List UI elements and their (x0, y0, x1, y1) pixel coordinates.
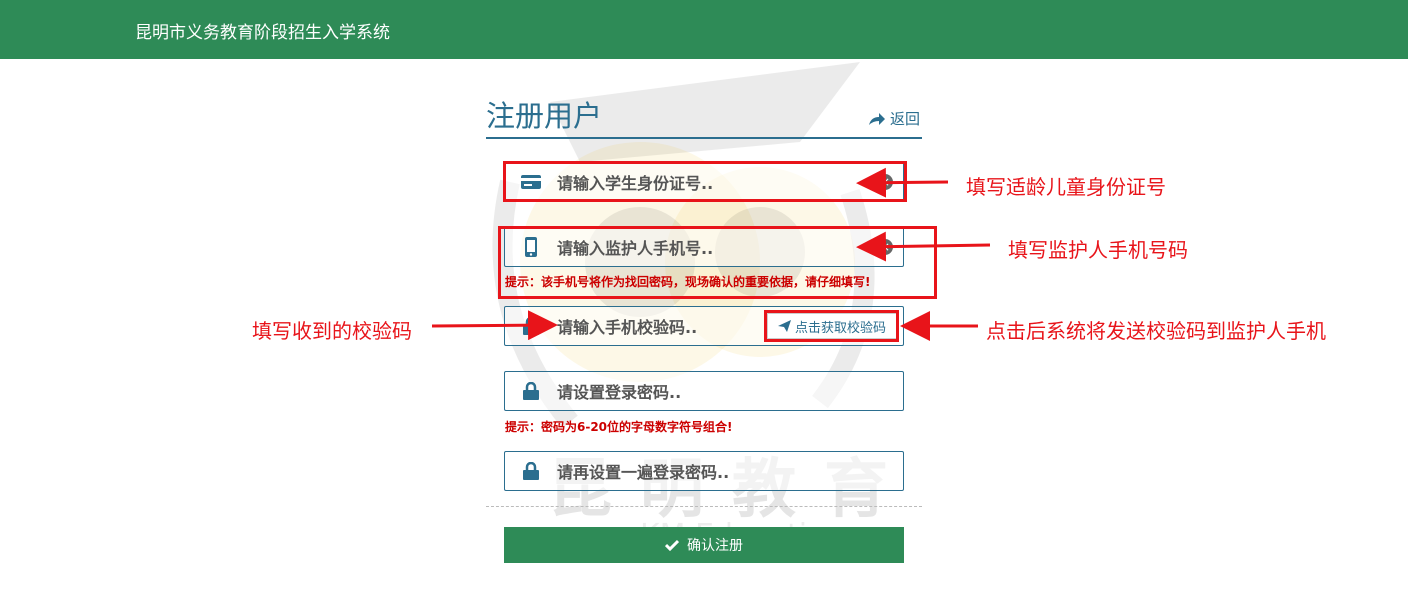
annotation-arrows (431, 167, 991, 341)
annotation-code: 填写收到的校验码 (252, 319, 412, 343)
annotation-phone: 填写监护人手机号码 (1008, 238, 1188, 262)
annotation-send: 点击后系统将发送校验码到监护人手机 (986, 319, 1326, 343)
annotation-id: 填写适龄儿童身份证号 (966, 175, 1166, 199)
